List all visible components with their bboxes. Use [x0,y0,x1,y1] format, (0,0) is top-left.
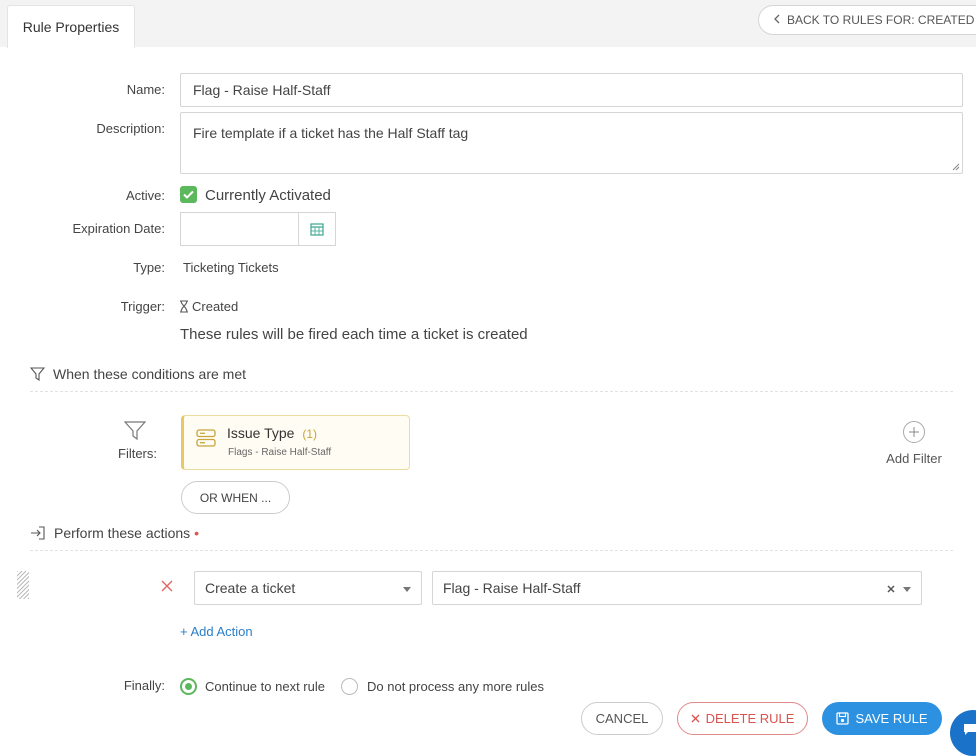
chat-widget-button[interactable] [950,710,976,756]
type-label: Type: [133,260,165,275]
hourglass-icon [180,300,188,313]
cancel-button[interactable]: CANCEL [581,702,663,735]
conditions-divider [30,391,953,392]
active-text: Currently Activated [205,187,331,204]
trigger-label: Trigger: [120,299,165,314]
cancel-label: CANCEL [595,711,649,726]
actions-divider [30,550,953,551]
conditions-heading: When these conditions are met [30,366,246,382]
clear-selection-icon[interactable] [887,585,895,593]
filter-card-count: (1) [302,427,318,441]
tab-label: Rule Properties [22,19,120,35]
name-input-value: Flag - Raise Half-Staff [193,82,331,98]
calendar-button[interactable] [298,212,336,246]
description-textarea[interactable]: Fire template if a ticket has the Half S… [180,112,963,174]
action-value-text: Flag - Raise Half-Staff [443,580,581,596]
trigger-value-group: Created [179,299,238,314]
dropdown-caret-icon [903,587,911,592]
filter-card-title-row: Issue Type (1) [227,425,317,441]
add-filter-button[interactable]: Add Filter [878,420,950,466]
actions-heading: Perform these actions • [30,525,199,541]
drag-handle[interactable] [17,571,29,599]
resize-grip-icon[interactable] [952,163,960,171]
finally-label: Finally: [123,678,165,693]
trigger-value: Created [192,299,239,314]
dropdown-caret-icon [403,587,411,592]
or-when-button[interactable]: OR WHEN ... [181,481,290,514]
remove-action-icon[interactable] [161,580,173,592]
close-icon [691,714,700,723]
chat-icon [964,724,976,735]
server-icon [196,429,216,447]
floppy-disk-icon [836,712,850,725]
checkmark-icon [183,190,194,199]
add-action-link[interactable]: + Add Action [180,624,253,639]
name-input[interactable]: Flag - Raise Half-Staff [180,73,963,107]
delete-rule-button[interactable]: DELETE RULE [677,702,808,735]
radio-continue-label: Continue to next rule [205,679,325,694]
actions-heading-text: Perform these actions [54,525,191,541]
description-value: Fire template if a ticket has the Half S… [193,125,469,141]
funnel-icon [30,367,45,381]
expiration-date-input[interactable] [180,212,299,246]
sign-in-icon [31,526,45,540]
back-to-rules-button[interactable]: BACK TO RULES FOR: CREATED [758,5,976,35]
action-type-select[interactable]: Create a ticket [194,571,422,605]
chevron-left-icon [773,13,781,27]
trigger-description: These rules will be fired each time a ti… [180,326,528,343]
delete-label: DELETE RULE [705,711,795,726]
filter-card-subtitle: Flags - Raise Half-Staff [228,447,332,458]
plus-circle-icon [903,421,925,443]
conditions-heading-text: When these conditions are met [53,366,246,382]
action-value-select[interactable]: Flag - Raise Half-Staff [432,571,922,605]
required-indicator: • [194,525,200,541]
or-when-label: OR WHEN ... [199,490,272,505]
filter-card-title: Issue Type [227,425,295,441]
type-value: Ticketing Tickets [183,260,279,275]
expiration-label: Expiration Date: [72,221,166,236]
save-label: SAVE RULE [855,711,928,726]
radio-continue[interactable] [180,678,197,695]
filters-label: Filters: [118,446,157,461]
active-label: Active: [125,188,165,203]
filters-funnel-icon [124,421,146,440]
save-rule-button[interactable]: SAVE RULE [822,702,942,735]
name-label: Name: [126,82,165,97]
filter-card-issue-type[interactable]: Issue Type (1) Flags - Raise Half-Staff [181,415,410,470]
radio-stop[interactable] [341,678,358,695]
description-label: Description: [96,121,165,136]
tab-rule-properties[interactable]: Rule Properties [7,5,135,48]
back-button-label: BACK TO RULES FOR: CREATED [787,13,975,27]
active-checkbox[interactable] [180,186,197,203]
calendar-icon [310,223,324,236]
radio-stop-label: Do not process any more rules [367,679,545,694]
action-type-value: Create a ticket [205,580,296,596]
add-filter-label: Add Filter [886,451,942,466]
